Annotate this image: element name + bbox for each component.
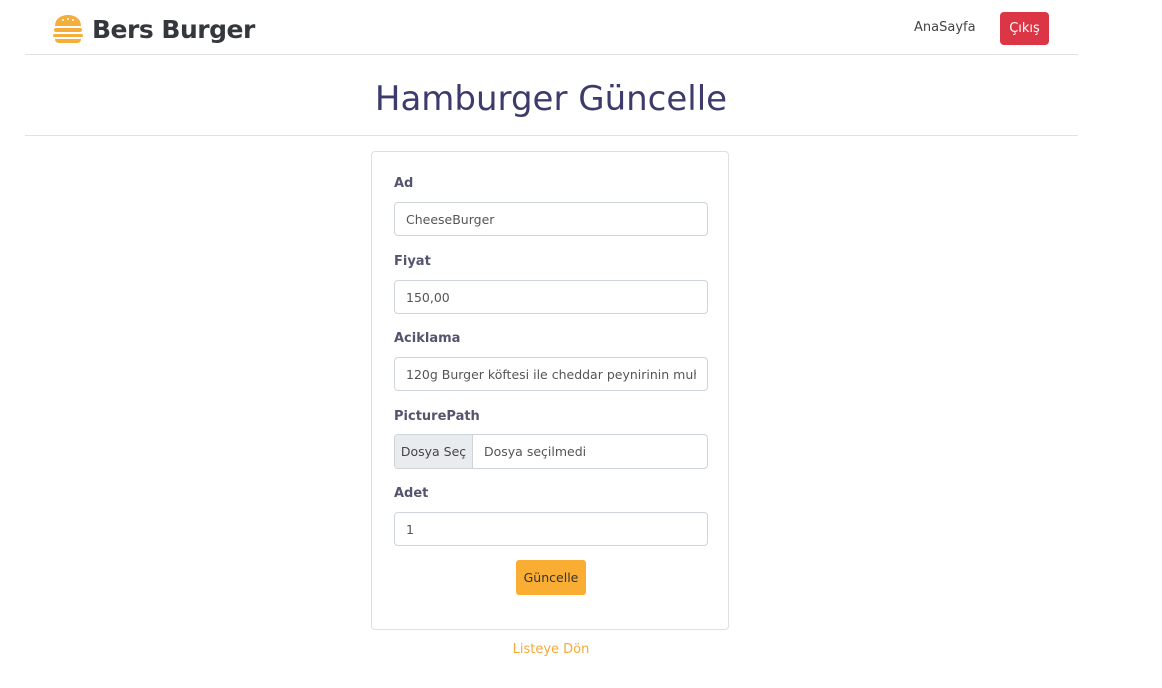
price-label: Fiyat [394,254,431,269]
update-button[interactable]: Güncelle [516,560,586,595]
logout-button[interactable]: Çıkış [1000,12,1049,45]
divider [25,135,1078,136]
brand-name: Bers Burger [92,14,255,44]
page-title: Hamburger Güncelle [374,79,728,119]
picture-file-input[interactable]: Dosya Seç Dosya seçilmedi [394,434,708,469]
nav-link-home[interactable]: AnaSayfa [914,20,976,35]
name-input[interactable] [394,202,708,236]
edit-burger-form: Ad Fiyat Aciklama PicturePath Dosya Seç … [371,151,729,630]
brand-logo[interactable]: Bers Burger [52,12,255,46]
quantity-label: Adet [394,486,429,501]
description-input[interactable] [394,357,708,391]
file-status-text: Dosya seçilmedi [484,444,587,459]
back-to-list-link[interactable]: Listeye Dön [0,642,1102,657]
burger-icon [52,14,84,44]
price-input[interactable] [394,280,708,314]
description-label: Aciklama [394,331,461,346]
picture-path-label: PicturePath [394,409,480,424]
choose-file-button[interactable]: Dosya Seç [395,435,473,468]
name-label: Ad [394,176,414,191]
quantity-input[interactable] [394,512,708,546]
navbar: Bers Burger AnaSayfa Çıkış [25,0,1078,55]
